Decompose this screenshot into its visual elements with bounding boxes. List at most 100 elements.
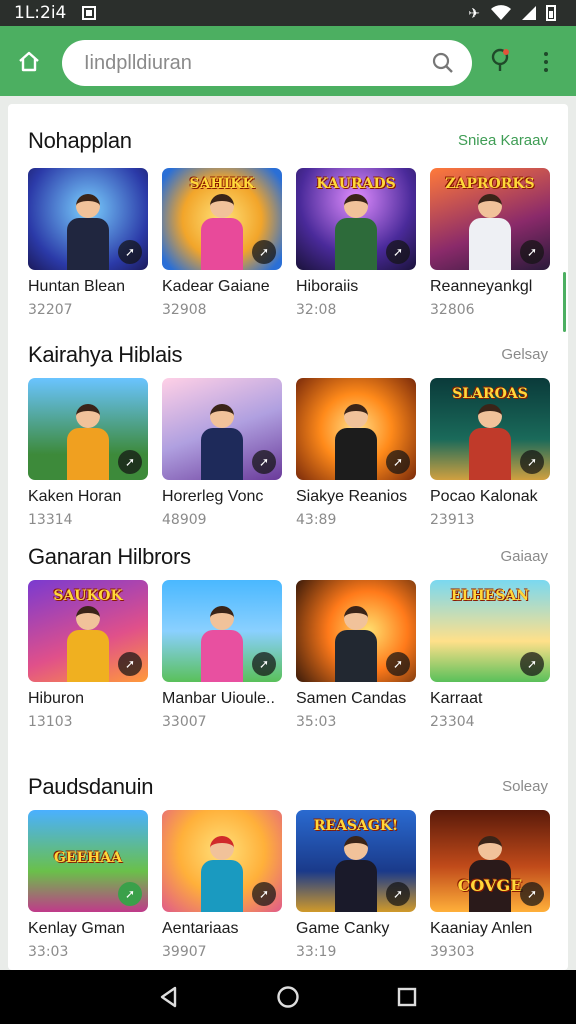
game-card[interactable]: ZAPRORKS ➚ Reanneyankgl 32806 bbox=[430, 168, 550, 318]
play-icon[interactable]: ➚ bbox=[520, 450, 544, 474]
game-thumbnail: ZAPRORKS ➚ bbox=[430, 168, 550, 270]
home-icon bbox=[19, 51, 39, 72]
play-icon[interactable]: ➚ bbox=[520, 240, 544, 264]
game-meta: 32908 bbox=[162, 302, 207, 318]
section-title: Kairahya Hiblais bbox=[28, 342, 183, 367]
play-icon[interactable]: ➚ bbox=[118, 652, 142, 676]
game-card[interactable]: GEEHAA ➚ Kenlay Gman 33:03 bbox=[28, 810, 148, 960]
home-nav-button[interactable] bbox=[268, 977, 308, 1017]
character-figure bbox=[63, 404, 113, 480]
game-card[interactable]: SLAROAS ➚ Pocao Kalonak 23913 bbox=[430, 378, 550, 528]
section-see-all-link[interactable]: Gelsay bbox=[501, 346, 548, 363]
game-card[interactable]: SAHIKK ➚ Kadear Gaiane 32908 bbox=[162, 168, 282, 318]
more-options-button[interactable] bbox=[534, 48, 558, 76]
game-meta: 39303 bbox=[430, 944, 475, 960]
character-figure bbox=[197, 836, 247, 912]
game-thumbnail: SAUKOK ➚ bbox=[28, 580, 148, 682]
game-meta: 23304 bbox=[430, 714, 475, 730]
game-title: Manbar Uioule.. bbox=[162, 690, 275, 707]
search-bar[interactable] bbox=[62, 40, 472, 86]
back-icon bbox=[161, 986, 177, 1008]
play-icon[interactable]: ➚ bbox=[520, 652, 544, 676]
section-see-all-link[interactable]: Gaiaay bbox=[500, 548, 548, 565]
game-row: GEEHAA ➚ Kenlay Gman 33:03 ➚ Aentariaas … bbox=[28, 810, 550, 960]
thumbnail-logo-text: GEEHAA bbox=[53, 850, 123, 866]
game-title: Reanneyankgl bbox=[430, 278, 533, 295]
game-card[interactable]: ➚ Aentariaas 39907 bbox=[162, 810, 282, 960]
game-title: Kenlay Gman bbox=[28, 920, 125, 937]
search-icon[interactable] bbox=[432, 52, 454, 74]
section-see-all-link[interactable]: Sniea Karaav bbox=[458, 132, 548, 149]
game-row: SAUKOK ➚ Hiburon 13103 ➚ Manbar Uioule..… bbox=[28, 580, 550, 730]
game-meta: 43:89 bbox=[296, 512, 337, 528]
game-thumbnail: ELHESAN ➚ bbox=[430, 580, 550, 682]
game-title: Pocao Kalonak bbox=[430, 488, 538, 505]
thumbnail-logo-text: SLAROAS bbox=[452, 386, 528, 402]
character-figure bbox=[63, 194, 113, 270]
mic-button[interactable] bbox=[486, 46, 514, 76]
notification-icon bbox=[82, 6, 97, 20]
game-card[interactable]: REASAGK! ➚ Game Canky 33:19 bbox=[296, 810, 416, 960]
game-thumbnail: SAHIKK ➚ bbox=[162, 168, 282, 270]
play-icon[interactable]: ➚ bbox=[252, 240, 276, 264]
game-card[interactable]: ➚ Huntan Blean 32207 bbox=[28, 168, 148, 318]
dot-icon bbox=[544, 52, 548, 56]
game-card[interactable]: ELHESAN ➚ Karraat 23304 bbox=[430, 580, 550, 730]
game-thumbnail: ➚ bbox=[296, 378, 416, 480]
dot-icon bbox=[544, 68, 548, 72]
play-icon[interactable]: ➚ bbox=[386, 882, 410, 906]
thumbnail-logo-text: REASAGK! bbox=[313, 818, 399, 834]
game-meta: 33:19 bbox=[296, 944, 337, 960]
home-button[interactable] bbox=[0, 26, 58, 96]
play-icon[interactable]: ➚ bbox=[386, 652, 410, 676]
game-thumbnail: REASAGK! ➚ bbox=[296, 810, 416, 912]
game-title: Horerleg Vonc bbox=[162, 488, 264, 505]
game-card[interactable]: ➚ Siakye Reanios 43:89 bbox=[296, 378, 416, 528]
content-panel: Nohapplan Sniea Karaav ➚ Huntan Blean 32… bbox=[8, 104, 568, 970]
game-thumbnail: COVGE ➚ bbox=[430, 810, 550, 912]
game-meta: 39907 bbox=[162, 944, 207, 960]
game-card[interactable]: SAUKOK ➚ Hiburon 13103 bbox=[28, 580, 148, 730]
game-card[interactable]: ➚ Horerleg Vonc 48909 bbox=[162, 378, 282, 528]
game-title: Kaaniay Anlen bbox=[430, 920, 533, 937]
play-icon[interactable]: ➚ bbox=[118, 450, 142, 474]
play-icon[interactable]: ➚ bbox=[118, 882, 142, 906]
game-thumbnail: SLAROAS ➚ bbox=[430, 378, 550, 480]
game-card[interactable]: KAURADS ➚ Hiboraiis 32:08 bbox=[296, 168, 416, 318]
section-see-all-link[interactable]: Soleay bbox=[502, 778, 548, 795]
character-figure bbox=[331, 194, 381, 270]
play-icon[interactable]: ➚ bbox=[118, 240, 142, 264]
game-title: Kadear Gaiane bbox=[162, 278, 270, 295]
game-card[interactable]: ➚ Manbar Uioule.. 33007 bbox=[162, 580, 282, 730]
character-figure bbox=[197, 194, 247, 270]
game-card[interactable]: ➚ Kaken Horan 13314 bbox=[28, 378, 148, 528]
back-button[interactable] bbox=[149, 977, 189, 1017]
section-title: Ganaran Hilbrors bbox=[28, 544, 191, 569]
character-figure bbox=[331, 606, 381, 682]
home-circle-icon bbox=[277, 986, 299, 1008]
signal-icon bbox=[522, 6, 536, 20]
character-figure bbox=[331, 404, 381, 480]
game-thumbnail: ➚ bbox=[296, 580, 416, 682]
game-thumbnail: ➚ bbox=[162, 580, 282, 682]
game-thumbnail: ➚ bbox=[28, 168, 148, 270]
play-icon[interactable]: ➚ bbox=[252, 652, 276, 676]
game-title: Aentariaas bbox=[162, 920, 239, 937]
recents-button[interactable] bbox=[387, 977, 427, 1017]
game-title: Samen Candas bbox=[296, 690, 407, 707]
thumbnail-logo-text: ELHESAN bbox=[450, 588, 530, 604]
section-title: Nohapplan bbox=[28, 128, 132, 153]
scroll-indicator[interactable] bbox=[563, 272, 566, 332]
play-icon[interactable]: ➚ bbox=[520, 882, 544, 906]
play-icon[interactable]: ➚ bbox=[386, 450, 410, 474]
play-icon[interactable]: ➚ bbox=[386, 240, 410, 264]
play-icon[interactable]: ➚ bbox=[252, 882, 276, 906]
search-input[interactable] bbox=[84, 51, 432, 75]
airplane-icon: ✈ bbox=[468, 4, 480, 21]
game-card[interactable]: COVGE ➚ Kaaniay Anlen 39303 bbox=[430, 810, 550, 960]
status-bar: 1L:2i4 ✈ bbox=[0, 0, 576, 26]
game-title: Huntan Blean bbox=[28, 278, 125, 295]
play-icon[interactable]: ➚ bbox=[252, 450, 276, 474]
game-card[interactable]: ➚ Samen Candas 35:03 bbox=[296, 580, 416, 730]
game-meta: 32:08 bbox=[296, 302, 337, 318]
